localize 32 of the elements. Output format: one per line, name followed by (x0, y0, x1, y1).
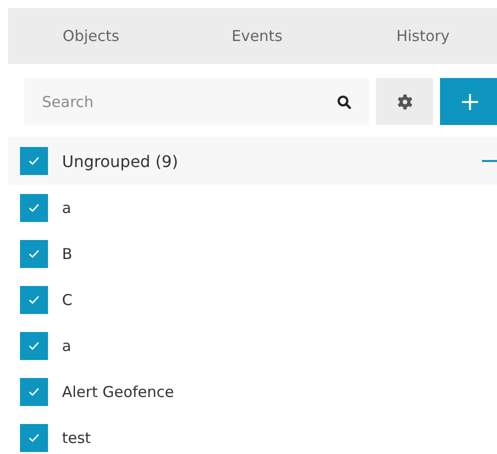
object-label: Alert Geofence (62, 383, 174, 401)
object-label: a (62, 337, 72, 355)
check-icon (28, 341, 40, 351)
group-label: Ungrouped (9) (62, 152, 178, 170)
check-icon (28, 433, 40, 443)
check-icon (28, 295, 40, 305)
collapse-icon[interactable] (482, 159, 497, 163)
checkbox[interactable] (20, 286, 48, 314)
add-icon (461, 92, 479, 110)
check-icon (28, 249, 40, 259)
tab[interactable]: Events (174, 8, 340, 64)
check-icon (28, 387, 40, 397)
search-icon (337, 95, 351, 109)
checkbox[interactable] (20, 332, 48, 360)
check-icon (28, 203, 40, 213)
tab[interactable]: Objects (8, 8, 174, 64)
object-label: C (62, 291, 72, 309)
settings-button[interactable] (376, 78, 433, 125)
checkbox[interactable] (20, 194, 48, 222)
check-icon (28, 156, 40, 166)
object-label: test (62, 429, 91, 447)
group-header[interactable]: Ungrouped (9) (8, 137, 497, 185)
checkbox[interactable] (20, 147, 48, 175)
add-button[interactable] (440, 78, 497, 125)
settings-icon (396, 92, 414, 110)
search-field[interactable]: Search (24, 78, 369, 125)
checkbox[interactable] (20, 424, 48, 452)
checkbox[interactable] (20, 240, 48, 268)
object-label: a (62, 199, 72, 217)
object-label: B (62, 245, 72, 263)
tab[interactable]: History (340, 8, 497, 64)
checkbox[interactable] (20, 378, 48, 406)
